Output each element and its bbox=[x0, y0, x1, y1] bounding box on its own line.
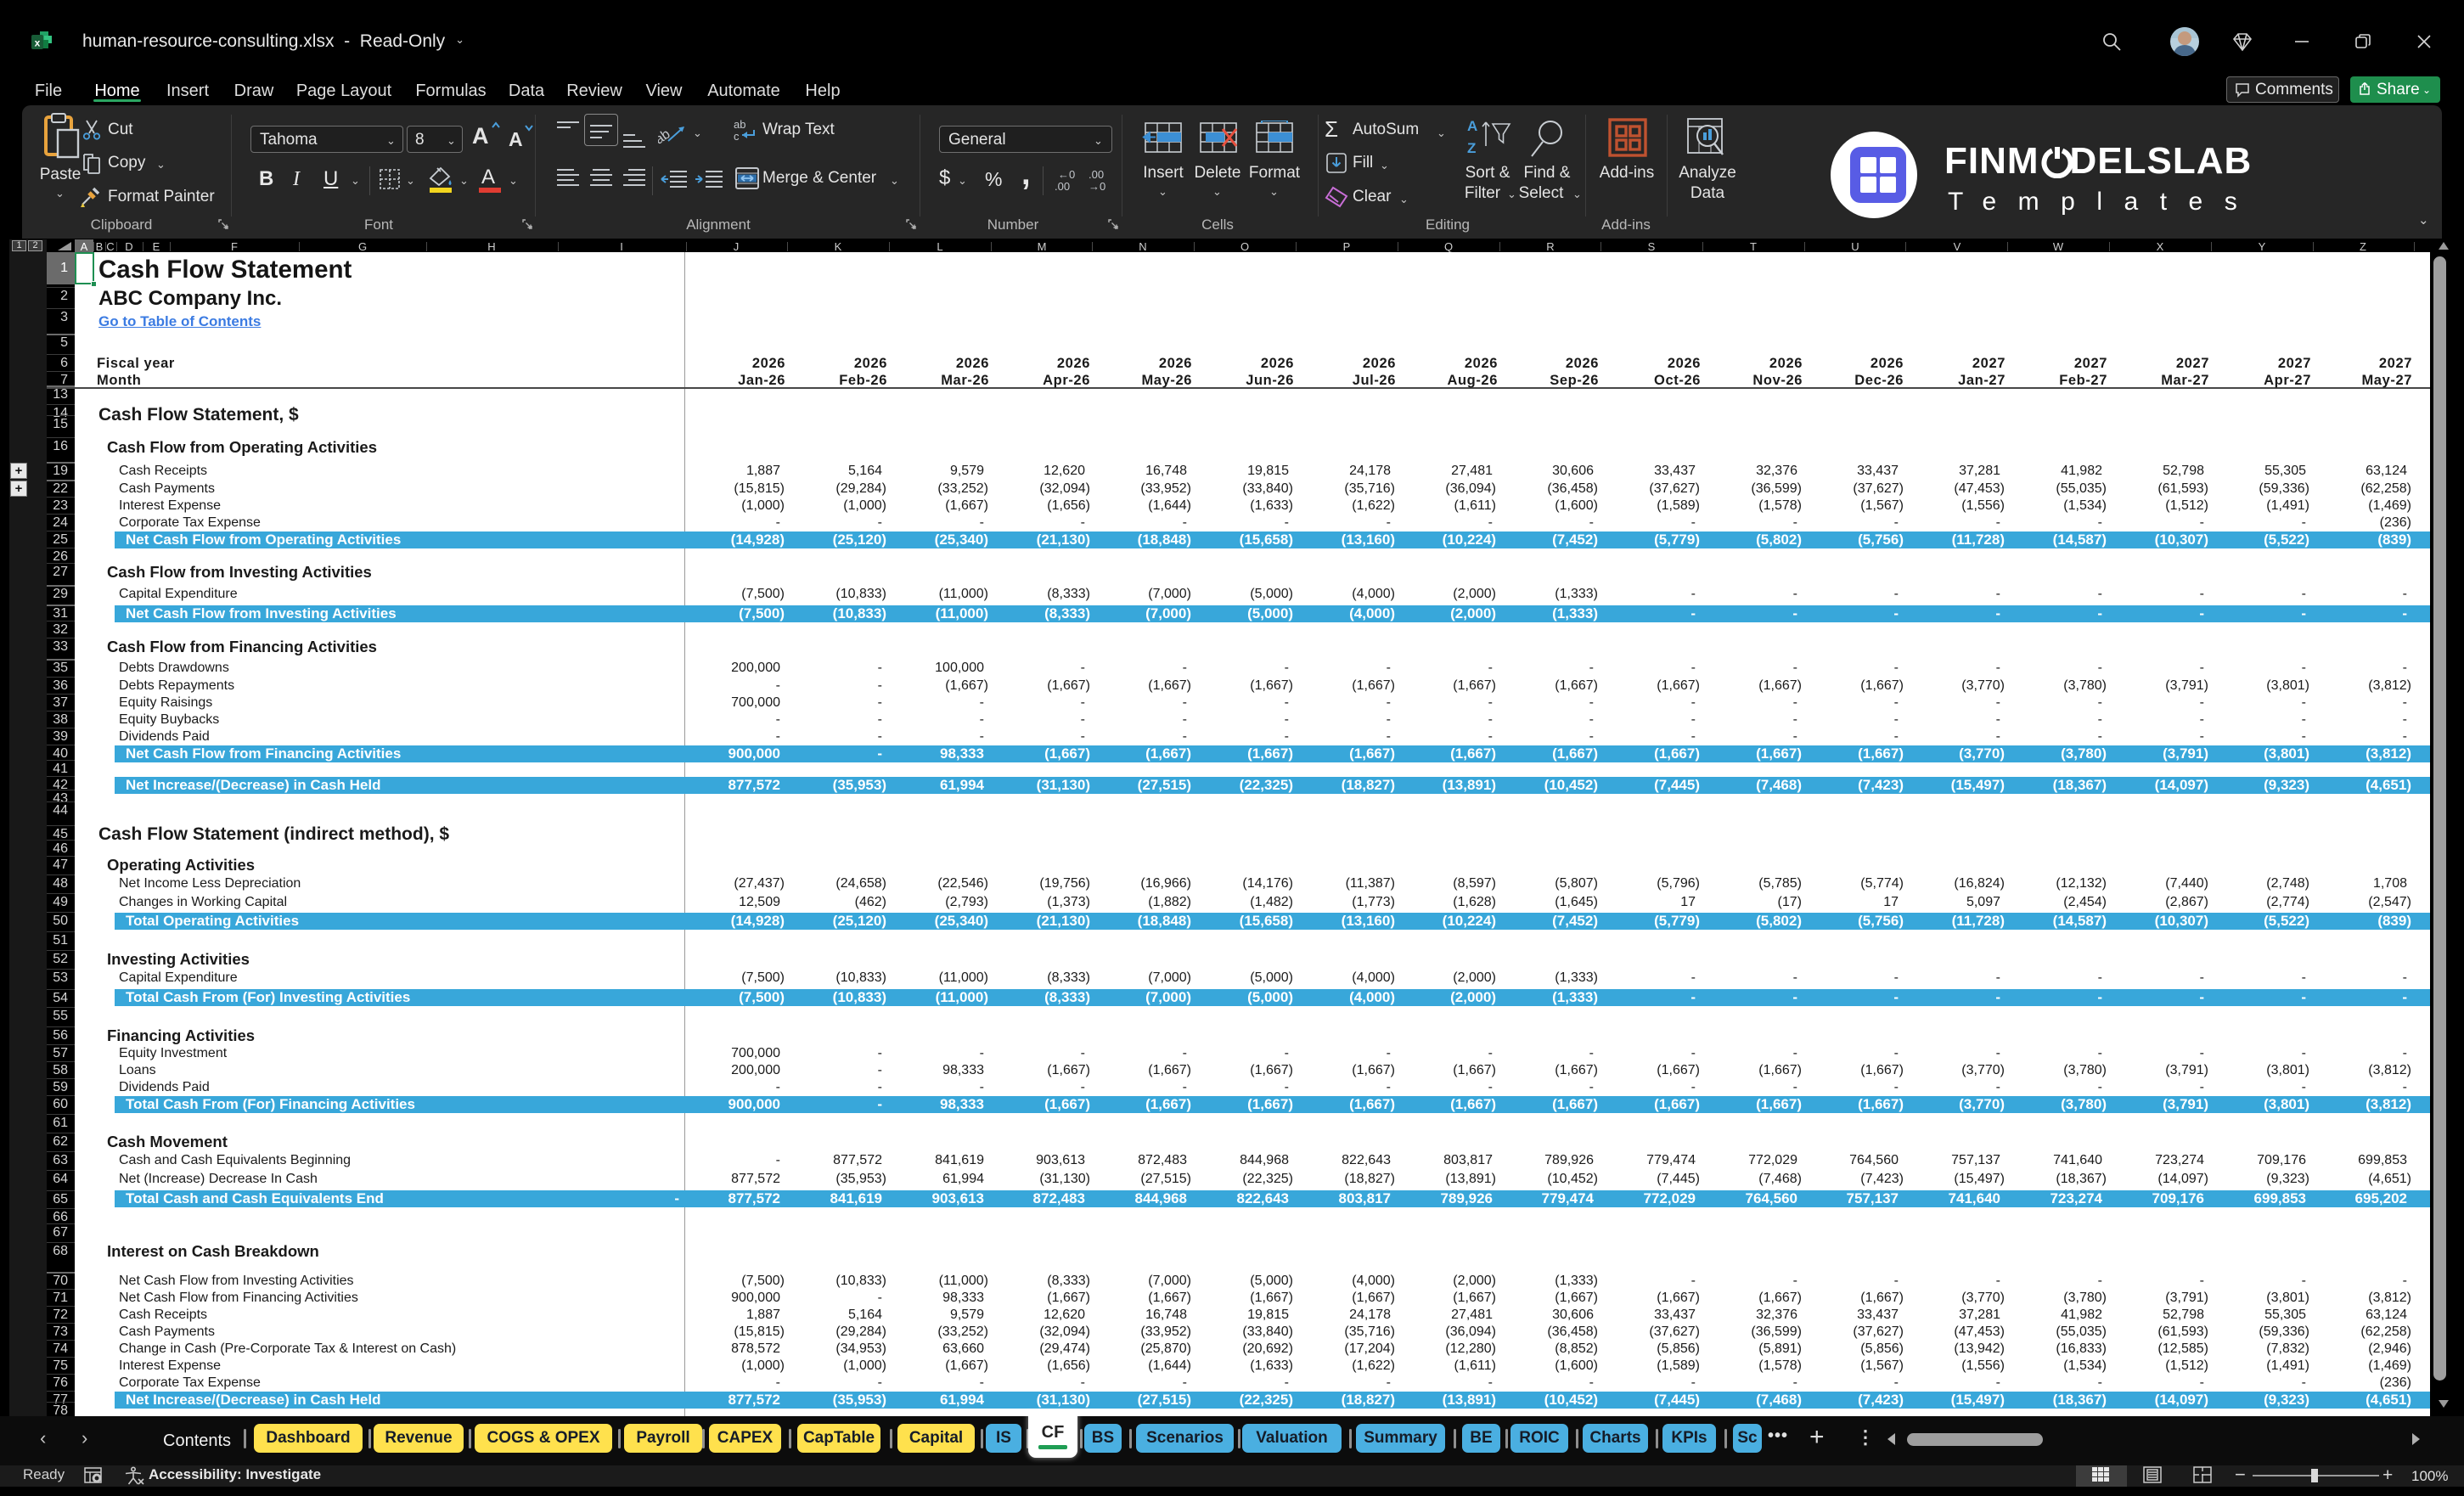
svg-text:ab: ab bbox=[734, 118, 745, 131]
svg-text:ab: ab bbox=[658, 127, 673, 146]
svg-text:x: x bbox=[35, 37, 41, 49]
svg-text:Z: Z bbox=[1467, 140, 1476, 156]
svg-text:.00: .00 bbox=[1055, 180, 1070, 192]
svg-text:.00: .00 bbox=[1089, 168, 1104, 181]
svg-text:←0: ←0 bbox=[1058, 168, 1075, 181]
svg-text:c: c bbox=[734, 130, 740, 142]
svg-text:→0: →0 bbox=[1089, 180, 1105, 192]
svg-text:A: A bbox=[1467, 118, 1477, 134]
